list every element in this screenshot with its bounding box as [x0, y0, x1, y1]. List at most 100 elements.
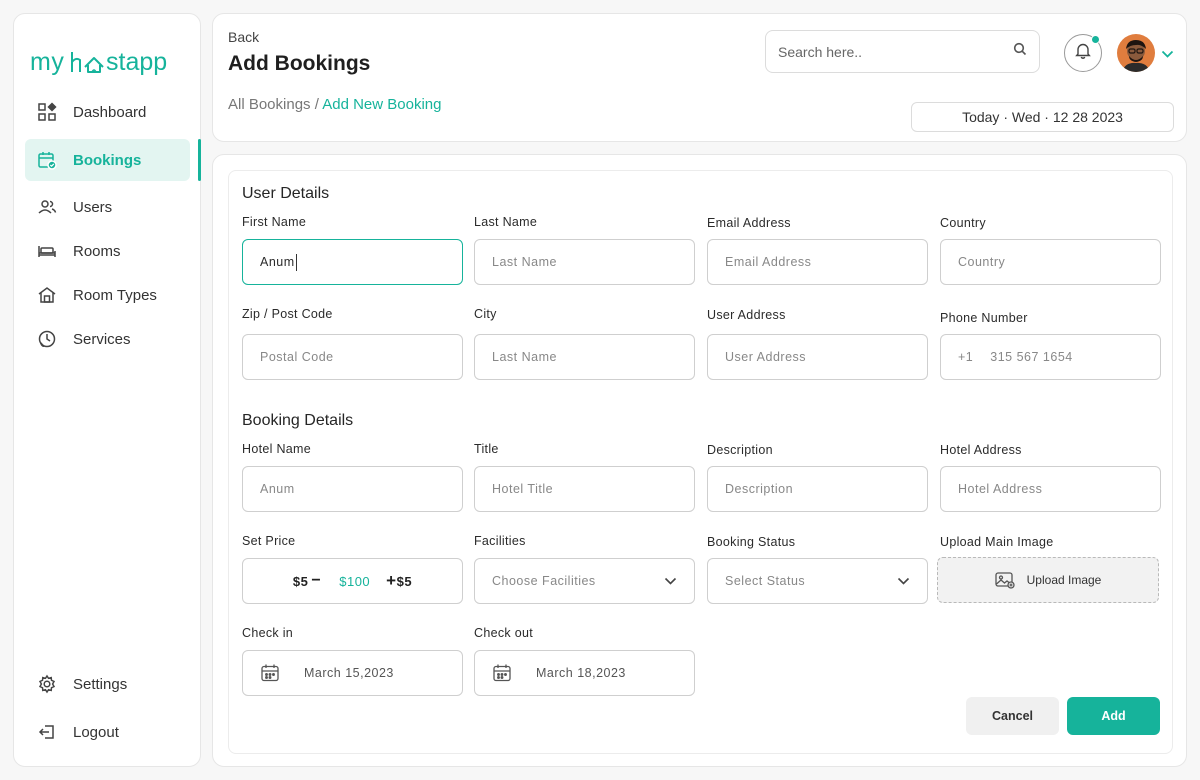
- last-name-label: Last Name: [474, 215, 538, 229]
- search-box: [765, 30, 1040, 73]
- text-caret: [295, 253, 297, 271]
- set-price-label: Set Price: [242, 534, 296, 548]
- back-link[interactable]: Back: [228, 29, 259, 45]
- facilities-label: Facilities: [474, 534, 526, 548]
- avatar[interactable]: [1117, 34, 1155, 72]
- first-name-label: First Name: [242, 215, 307, 229]
- check-in-field[interactable]: March 15,2023: [242, 650, 463, 696]
- svg-text:stapp: stapp: [106, 48, 167, 76]
- phone-country-code[interactable]: +1: [958, 350, 973, 364]
- country-field[interactable]: Country: [940, 239, 1161, 285]
- sidebar-item-services[interactable]: Services: [25, 318, 190, 360]
- sidebar-item-rooms[interactable]: Rooms: [25, 230, 190, 272]
- price-value: $100: [339, 573, 371, 589]
- city-field[interactable]: Last Name: [474, 334, 695, 380]
- first-name-field[interactable]: Anum: [242, 239, 463, 285]
- last-name-placeholder: Last Name: [492, 255, 557, 269]
- sidebar-item-settings[interactable]: Settings: [25, 663, 190, 705]
- date-display: Today · Wed · 12 28 2023: [911, 102, 1174, 132]
- country-label: Country: [940, 216, 986, 230]
- city-label: City: [474, 307, 497, 321]
- chevron-down-icon[interactable]: [1161, 46, 1174, 64]
- sidebar-item-room-types[interactable]: Room Types: [25, 274, 190, 316]
- users-icon: [36, 196, 58, 218]
- booking-form: User Details First Name Last Name Email …: [228, 170, 1173, 754]
- search-input[interactable]: [778, 43, 1013, 60]
- phone-label: Phone Number: [940, 311, 1028, 325]
- upload-image-button[interactable]: Upload Image: [937, 557, 1159, 603]
- description-field[interactable]: Description: [707, 466, 928, 512]
- hotel-name-field[interactable]: Anum: [242, 466, 463, 512]
- search-icon[interactable]: [1013, 42, 1027, 61]
- booking-status-label: Booking Status: [707, 535, 796, 549]
- hotel-title-field[interactable]: Hotel Title: [474, 466, 695, 512]
- header: Back Add Bookings All Bookings / Add New…: [212, 13, 1187, 142]
- chevron-down-icon: [664, 574, 677, 588]
- cancel-button[interactable]: Cancel: [966, 697, 1059, 735]
- price-max: $5: [396, 573, 413, 589]
- email-placeholder: Email Address: [725, 255, 812, 269]
- hotel-name-label: Hotel Name: [242, 442, 311, 456]
- last-name-field[interactable]: Last Name: [474, 239, 695, 285]
- booking-status-select[interactable]: Select Status: [707, 558, 928, 604]
- breadcrumb-root[interactable]: All Bookings: [228, 96, 311, 113]
- booking-details-title: Booking Details: [242, 412, 354, 429]
- active-indicator: [198, 139, 201, 181]
- sidebar-item-label: Services: [73, 330, 131, 348]
- sidebar-item-dashboard[interactable]: Dashboard: [25, 91, 190, 133]
- zip-field[interactable]: Postal Code: [242, 334, 463, 380]
- user-address-field[interactable]: User Address: [707, 334, 928, 380]
- upload-image-label: Upload Main Image: [940, 535, 1054, 549]
- svg-text:my: my: [30, 48, 64, 76]
- sidebar-item-label: Logout: [73, 723, 119, 741]
- hotel-address-label: Hotel Address: [940, 443, 1022, 457]
- notification-button[interactable]: [1064, 34, 1102, 72]
- booking-status-placeholder: Select Status: [725, 574, 806, 588]
- city-placeholder: Last Name: [492, 350, 557, 364]
- breadcrumb-separator: /: [310, 96, 323, 113]
- sidebar-item-logout[interactable]: Logout: [25, 711, 190, 753]
- bed-icon: [36, 240, 58, 262]
- user-address-placeholder: User Address: [725, 350, 807, 364]
- breadcrumb-current: Add New Booking: [322, 96, 442, 113]
- add-button[interactable]: Add: [1067, 697, 1160, 735]
- sidebar-item-users[interactable]: Users: [25, 186, 190, 228]
- zip-placeholder: Postal Code: [260, 350, 334, 364]
- first-name-value: Anum: [260, 255, 295, 269]
- email-field[interactable]: Email Address: [707, 239, 928, 285]
- sidebar-item-label: Rooms: [73, 242, 121, 260]
- price-decrement-button[interactable]: −: [311, 572, 321, 590]
- description-placeholder: Description: [725, 482, 794, 496]
- check-out-field[interactable]: March 18,2023: [474, 650, 695, 696]
- check-out-value: March 18,2023: [536, 666, 626, 680]
- page-title: Add Bookings: [228, 52, 371, 75]
- facilities-select[interactable]: Choose Facilities: [474, 558, 695, 604]
- clock-phone-icon: [36, 328, 58, 350]
- myhostapp-logo: my stapp: [30, 48, 167, 76]
- bell-icon: [1075, 42, 1091, 64]
- title-label: Title: [474, 442, 499, 456]
- facilities-placeholder: Choose Facilities: [492, 574, 596, 588]
- price-stepper: $5 − $100 + $5: [242, 558, 463, 604]
- phone-field[interactable]: +1 315 567 1654: [940, 334, 1161, 380]
- description-label: Description: [707, 443, 773, 457]
- phone-placeholder: 315 567 1654: [990, 350, 1073, 364]
- breadcrumb: All Bookings / Add New Booking: [228, 96, 441, 113]
- chevron-down-icon: [897, 574, 910, 588]
- check-in-label: Check in: [242, 626, 294, 640]
- price-increment-button[interactable]: +: [386, 571, 396, 591]
- country-placeholder: Country: [958, 255, 1006, 269]
- check-in-value: March 15,2023: [304, 666, 394, 680]
- sidebar-item-label: Room Types: [73, 286, 157, 304]
- calendar-check-icon: [36, 149, 58, 171]
- logout-icon: [36, 721, 58, 743]
- main-content: User Details First Name Last Name Email …: [212, 154, 1187, 767]
- hotel-address-field[interactable]: Hotel Address: [940, 466, 1161, 512]
- zip-label: Zip / Post Code: [242, 307, 333, 321]
- calendar-icon[interactable]: [260, 663, 280, 683]
- calendar-icon[interactable]: [492, 663, 512, 683]
- hotel-address-placeholder: Hotel Address: [958, 482, 1043, 496]
- image-upload-icon: [994, 571, 1015, 589]
- hotel-title-placeholder: Hotel Title: [492, 482, 554, 496]
- sidebar-item-bookings[interactable]: Bookings: [25, 139, 190, 181]
